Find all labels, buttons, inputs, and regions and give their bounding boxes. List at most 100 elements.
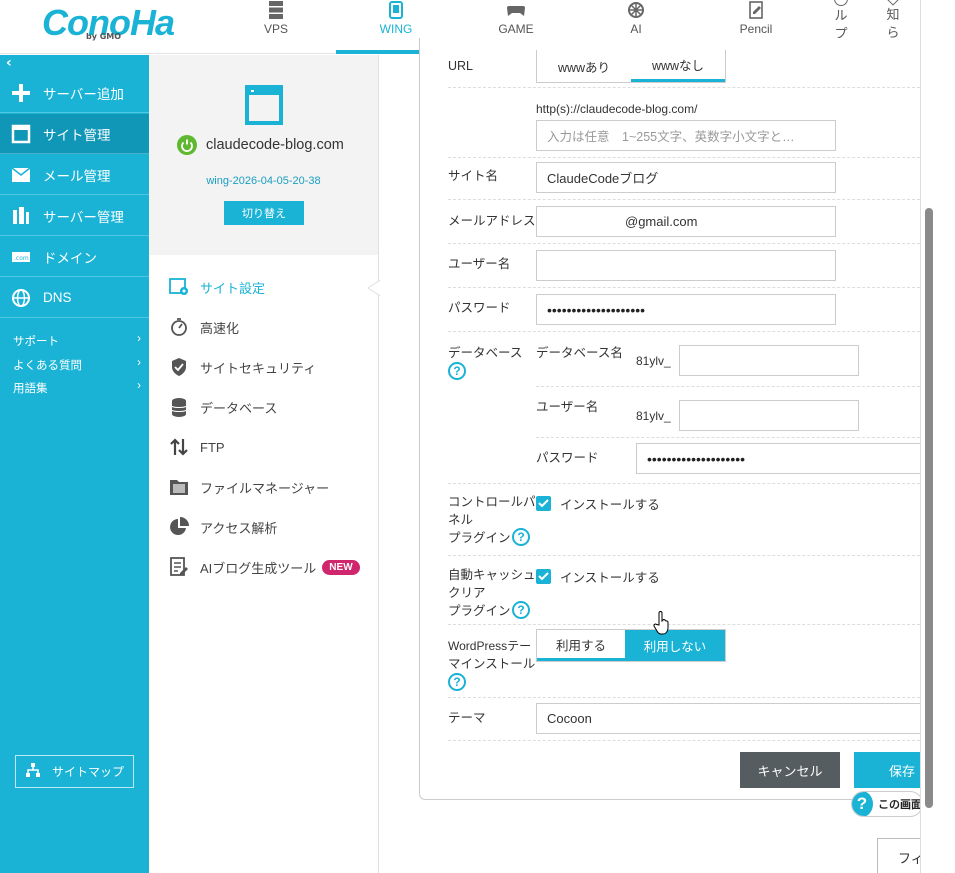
menu-ai-blog[interactable]: AIブログ生成ツール NEW [169, 555, 360, 579]
pencil-icon [749, 1, 763, 19]
menu-site-security[interactable]: サイトセキュリティ [169, 355, 316, 379]
wing-icon [389, 1, 403, 19]
sidebar-item-label: サーバー追加 [43, 86, 124, 102]
cp-plugin-checkbox[interactable]: インストールする [536, 494, 660, 513]
www-with-option[interactable]: wwwあり [537, 50, 631, 82]
email-label: メールアドレス [448, 214, 536, 228]
menu-ftp[interactable]: FTP [169, 435, 225, 459]
menu-speedup[interactable]: 高速化 [169, 315, 239, 339]
sitemap-icon [26, 763, 40, 780]
cache-plugin-label-2: クリア [448, 586, 486, 600]
cache-plugin-help-icon[interactable]: ? [512, 601, 530, 619]
site-name-input[interactable]: ClaudeCodeブログ [536, 162, 836, 193]
site-settings-icon [169, 277, 189, 297]
theme-install-help-icon[interactable]: ? [448, 673, 466, 691]
site-name-label: サイト名 [448, 169, 499, 183]
save-button[interactable]: 保存 [854, 752, 920, 788]
new-badge: NEW [322, 559, 360, 575]
sitemap-button[interactable]: サイトマップ [15, 755, 134, 788]
left-sidebar: ‹ サーバー追加 サイト管理 メール管理 サーバー管理 .com ドメイン DN… [0, 55, 149, 873]
menu-file-manager[interactable]: ファイルマネージャー [169, 475, 329, 499]
sidebar-link-label: サポート [13, 336, 59, 348]
password-input[interactable]: •••••••••••••••••••• [536, 294, 836, 325]
cp-plugin-check-label: インストールする [560, 498, 660, 512]
switch-button[interactable]: 切り替え [224, 201, 304, 225]
cache-plugin-checkbox[interactable]: インストールする [536, 567, 660, 586]
theme-label: テーマ [448, 711, 486, 725]
menu-label: アクセス解析 [200, 520, 278, 536]
sidebar-item-site-manage[interactable]: サイト管理 [0, 114, 149, 154]
power-status-icon [177, 135, 197, 155]
db-user-input[interactable] [679, 400, 859, 431]
sidebar-item-mail[interactable]: メール管理 [0, 155, 149, 195]
collapse-sidebar-icon[interactable]: ‹ [6, 55, 12, 71]
sidebar-item-label: DNS [43, 290, 72, 305]
username-input[interactable] [536, 250, 836, 281]
sidebar-item-domain[interactable]: .com ドメイン [0, 237, 149, 277]
cp-plugin-help-icon[interactable]: ? [512, 528, 530, 546]
sidebar-link-label: よくある質問 [13, 360, 82, 372]
row-divider [448, 199, 920, 200]
db-password-input[interactable]: •••••••••••••••••••• [636, 443, 920, 474]
site-window-icon [245, 85, 283, 125]
sidebar-link-faq[interactable]: よくある質問 › [13, 357, 141, 373]
row-divider [448, 555, 920, 556]
url-path-input[interactable]: 入力は任意 1~255文字、英数字小文字と… [536, 120, 836, 151]
sidebar-link-label: 用語集 [13, 383, 48, 395]
notice-icon [887, 0, 899, 6]
screen-help-button[interactable]: ? この画面 [851, 791, 923, 817]
site-summary: claudecode-blog.com wing-2026-04-05-20-3… [149, 55, 378, 255]
conoha-logo[interactable]: ConoHa by GMO [40, 2, 175, 46]
menu-access-analysis[interactable]: アクセス解析 [169, 515, 277, 539]
sidebar-item-add-server[interactable]: サーバー追加 [0, 73, 149, 113]
url-www-toggle: wwwあり wwwなし [536, 50, 726, 83]
sidebar-item-label: サイト管理 [43, 127, 111, 143]
menu-label: サイト設定 [200, 280, 266, 296]
plus-icon [10, 82, 32, 104]
db-name-input[interactable] [679, 345, 859, 376]
database-help-icon[interactable]: ? [448, 362, 466, 380]
db-name-prefix: 81ylv_ [636, 354, 671, 368]
menu-site-settings[interactable]: サイト設定 [169, 275, 265, 299]
sidebar-item-label: ドメイン [43, 250, 97, 266]
sidebar-link-support[interactable]: サポート › [13, 333, 141, 349]
nav-vps-label: VPS [263, 22, 288, 36]
theme-select[interactable]: Cocoon [536, 703, 920, 734]
theme-not-use-option[interactable]: 利用しない [625, 630, 725, 661]
email-input[interactable]: @gmail.com [536, 206, 836, 237]
nav-ai-label: AI [630, 22, 642, 36]
ai-blog-icon [169, 557, 189, 577]
theme-use-option[interactable]: 利用する [537, 630, 626, 661]
database-icon [169, 397, 189, 417]
site-domain: claudecode-blog.com [177, 135, 344, 155]
menu-label: AIブログ生成ツール [200, 560, 317, 576]
row-divider [448, 331, 920, 332]
url-prefix: http(s)://claudecode-blog.com/ [536, 102, 698, 116]
www-without-option[interactable]: wwwなし [631, 50, 725, 82]
database-label: データベース [448, 346, 523, 360]
cache-plugin-label: 自動キャッシュ [448, 568, 536, 582]
active-pointer [368, 280, 380, 296]
cancel-button[interactable]: キャンセル [740, 752, 840, 788]
question-icon: ? [852, 792, 873, 816]
help-menu[interactable]: ルプ [834, 0, 848, 43]
theme-install-label: WordPressテー [448, 639, 532, 653]
cp-plugin-label: コントロールパ [448, 495, 536, 509]
checkmark-icon [536, 496, 551, 511]
db-user-prefix: 81ylv_ [636, 409, 671, 423]
pie-chart-icon [169, 517, 189, 537]
sidebar-item-server-manage[interactable]: サーバー管理 [0, 196, 149, 236]
logo-subtext: by GMO [86, 32, 122, 41]
server-icon [269, 1, 283, 19]
sidebar-link-glossary[interactable]: 用語集 › [13, 380, 141, 396]
username-label: ユーザー名 [448, 257, 511, 271]
row-divider [448, 483, 920, 484]
row-divider [448, 87, 920, 88]
gamepad-icon [507, 6, 525, 16]
menu-database[interactable]: データベース [169, 395, 277, 419]
nav-vps[interactable]: VPS [216, 0, 336, 54]
scrollbar-thumb[interactable] [925, 208, 933, 808]
sidebar-item-dns[interactable]: DNS [0, 278, 149, 318]
hand-cursor-icon [653, 611, 669, 635]
speedup-icon [169, 317, 189, 337]
